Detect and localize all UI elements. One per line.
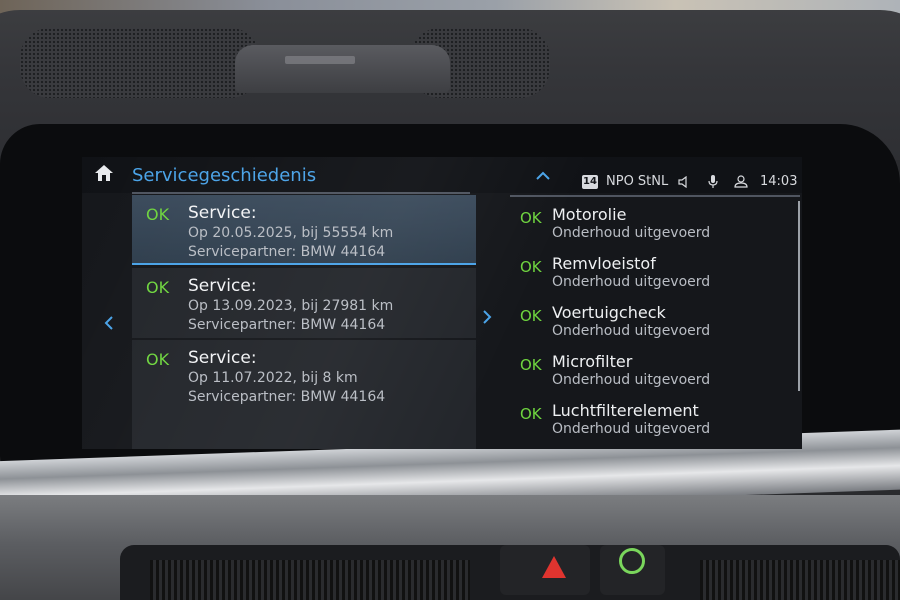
list-item[interactable]: OK Microfilter Onderhoud uitgevoerd	[510, 352, 790, 400]
service-title: Service:	[188, 276, 257, 296]
service-date: Op 11.07.2022, bij 8 km	[188, 370, 358, 386]
service-date: Op 20.05.2025, bij 55554 km	[188, 225, 394, 241]
status-badge: OK	[520, 209, 542, 227]
chevron-left-icon[interactable]	[104, 315, 114, 331]
speaker-logo	[285, 56, 355, 64]
list-item[interactable]: OK Luchtfilterelement Onderhoud uitgevoe…	[510, 401, 790, 449]
hazard-icon	[542, 556, 566, 578]
service-partner: Servicepartner: BMW 44164	[188, 244, 386, 260]
center-speaker	[235, 45, 450, 93]
air-vent-left	[150, 560, 470, 600]
service-entry[interactable]: OK Service: Op 11.07.2022, bij 8 km Serv…	[132, 340, 476, 449]
service-detail-panel: OK Motorolie Onderhoud uitgevoerd OK Rem…	[510, 195, 800, 449]
service-partner: Servicepartner: BMW 44164	[188, 317, 386, 333]
status-badge: OK	[146, 350, 170, 369]
status-badge: OK	[520, 307, 542, 325]
speaker-grille-left	[20, 28, 260, 98]
status-badge: OK	[520, 258, 542, 276]
check-name: Microfilter	[552, 352, 633, 371]
service-history-list: OK Service: Op 20.05.2025, bij 55554 km …	[132, 195, 476, 449]
chevron-right-icon[interactable]	[482, 309, 492, 325]
service-title: Service:	[188, 348, 257, 368]
title-underline	[132, 192, 470, 194]
speaker-icon[interactable]	[678, 176, 690, 188]
check-detail: Onderhoud uitgevoerd	[552, 323, 711, 339]
list-item[interactable]: OK Voertuigcheck Onderhoud uitgevoerd	[510, 303, 790, 351]
chevron-up-icon[interactable]	[536, 171, 550, 180]
scrollbar[interactable]	[798, 201, 800, 391]
user-icon[interactable]	[734, 175, 748, 188]
service-date: Op 13.09.2023, bij 27981 km	[188, 298, 394, 314]
driving-assist-icon	[619, 548, 645, 574]
service-partner: Servicepartner: BMW 44164	[188, 389, 386, 405]
air-vent-right	[700, 560, 900, 600]
status-badge: OK	[146, 278, 170, 297]
check-name: Remvloeistof	[552, 254, 656, 273]
check-detail: Onderhoud uitgevoerd	[552, 225, 711, 241]
header-bar: Servicegeschiedenis 14 NPO StNL 14:03	[82, 157, 802, 194]
check-name: Motorolie	[552, 205, 627, 224]
status-badge: OK	[520, 356, 542, 374]
check-detail: Onderhoud uitgevoerd	[552, 274, 711, 290]
list-item[interactable]: OK Motorolie Onderhoud uitgevoerd	[510, 205, 790, 253]
clock: 14:03	[760, 174, 798, 189]
panel-divider	[510, 195, 800, 197]
check-detail: Onderhoud uitgevoerd	[552, 421, 711, 437]
radio-station[interactable]: NPO StNL	[606, 174, 668, 189]
status-badge: OK	[520, 405, 542, 423]
home-icon	[95, 165, 113, 181]
service-title: Service:	[188, 203, 257, 223]
microphone-icon[interactable]	[708, 174, 718, 189]
page-title: Servicegeschiedenis	[132, 165, 317, 186]
channel-number: 14	[582, 175, 598, 189]
check-detail: Onderhoud uitgevoerd	[552, 372, 711, 388]
check-name: Luchtfilterelement	[552, 401, 699, 420]
infotainment-display: Servicegeschiedenis 14 NPO StNL 14:03 OK…	[82, 157, 802, 449]
service-entry[interactable]: OK Service: Op 20.05.2025, bij 55554 km …	[132, 195, 476, 265]
service-entry[interactable]: OK Service: Op 13.09.2023, bij 27981 km …	[132, 268, 476, 338]
status-badge: OK	[146, 205, 170, 224]
home-button[interactable]	[82, 157, 124, 193]
check-name: Voertuigcheck	[552, 303, 666, 322]
list-item[interactable]: OK Remvloeistof Onderhoud uitgevoerd	[510, 254, 790, 302]
